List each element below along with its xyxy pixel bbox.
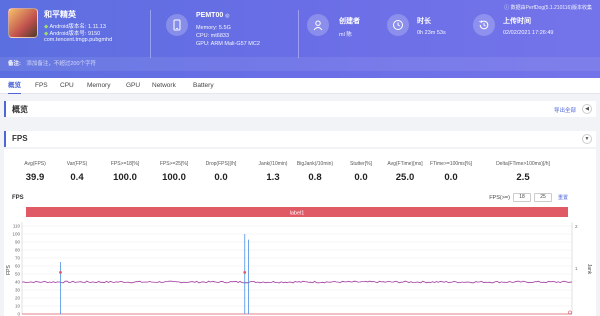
device-cpu: CPU: mt6833: [196, 33, 230, 39]
y-tick-label: 50: [15, 272, 21, 277]
device-gpu: GPU: ARM Mali-G57 MC2: [196, 41, 260, 47]
collapse-left-icon[interactable]: ◀: [582, 104, 592, 114]
android-version-code: ◆ Android版本号: 9150: [44, 31, 101, 37]
tab-gpu[interactable]: GPU: [126, 78, 140, 94]
fps-section: FPS ▼: [4, 131, 596, 147]
creator-value: ml 陈: [339, 32, 352, 38]
y-tick-label: 40: [15, 280, 21, 285]
y-axis-title-right: Jank: [586, 264, 592, 275]
tab-network[interactable]: Network: [152, 78, 176, 94]
upload-value: 02/02/2021 17:26:49: [503, 30, 554, 36]
device-memory: Memory: 5.5G: [196, 25, 231, 31]
header-divider: [150, 10, 151, 58]
end-marker: [568, 310, 572, 315]
overview-title: 概览: [12, 105, 28, 114]
perfdog-version-note: ⓘ 数据由PerfDog(5.1.210116)版本收集: [504, 5, 592, 11]
jank-marker: [243, 271, 247, 274]
device-name[interactable]: PEMT00 ◎: [196, 12, 230, 19]
tab-memory[interactable]: Memory: [87, 78, 110, 94]
y-tick-label: 110: [13, 224, 21, 229]
y-tick-label: 80: [15, 248, 21, 253]
upload-label: 上传时间: [503, 18, 531, 25]
y-tick-label-right: 2: [575, 224, 578, 229]
duration-label: 时长: [417, 18, 431, 25]
fps-section-title: FPS: [12, 134, 28, 143]
report-header: ⓘ 数据由PerfDog(5.1.210116)版本收集 和平精英 ◆ Andr…: [0, 0, 600, 78]
app-name: 和平精英: [44, 10, 76, 19]
user-icon: [307, 14, 329, 36]
y-tick-label: 70: [15, 256, 21, 261]
y-tick-label: 30: [15, 288, 21, 293]
y-axis-title: FPS: [6, 264, 12, 274]
note-row[interactable]: 备注: 添加备注，不超过200个字符: [0, 57, 600, 71]
edit-icon[interactable]: ◎: [225, 13, 229, 19]
fps-panel: Avg(FPS) 39.9 Var(FPS) 0.4 FPS>=18[%] 100.0 FP…: [4, 149, 596, 316]
tab-bar: 概览 FPS CPU Memory GPU Network Battery: [0, 78, 600, 94]
label-bar-text: label1: [290, 211, 305, 217]
note-label: 备注:: [8, 61, 21, 67]
export-all-link[interactable]: 导出全部: [554, 106, 576, 114]
history-icon: [473, 14, 495, 36]
y-tick-label: 20: [15, 296, 21, 301]
y-tick-label: 10: [15, 304, 21, 309]
tab-overview[interactable]: 概览: [8, 78, 21, 94]
note-placeholder[interactable]: 添加备注，不超过200个字符: [26, 61, 96, 67]
jank-marker: [59, 271, 62, 274]
y-tick-label: 90: [15, 240, 21, 245]
y-tick-label: 100: [12, 232, 20, 237]
collapse-down-icon[interactable]: ▼: [582, 134, 592, 144]
y-tick-label: 60: [15, 264, 21, 269]
package-name: com.tencent.tmgp.pubgmhd: [44, 37, 113, 43]
fps-chart[interactable]: label11101009080706050403020100FPS Jank21: [4, 149, 596, 316]
creator-label: 创建者: [339, 18, 360, 25]
tab-battery[interactable]: Battery: [193, 78, 214, 94]
y-tick-label-right: 1: [575, 266, 578, 271]
clock-icon: [387, 14, 409, 36]
overview-section: 概览 导出全部 ◀: [4, 101, 596, 117]
app-icon: [8, 8, 38, 38]
phone-icon: [166, 14, 188, 36]
duration-value: 0h 23m 53s: [417, 30, 446, 36]
tab-cpu[interactable]: CPU: [60, 78, 74, 94]
tab-fps[interactable]: FPS: [35, 78, 48, 94]
header-divider: [298, 10, 299, 58]
y-tick-label: 0: [17, 312, 20, 316]
